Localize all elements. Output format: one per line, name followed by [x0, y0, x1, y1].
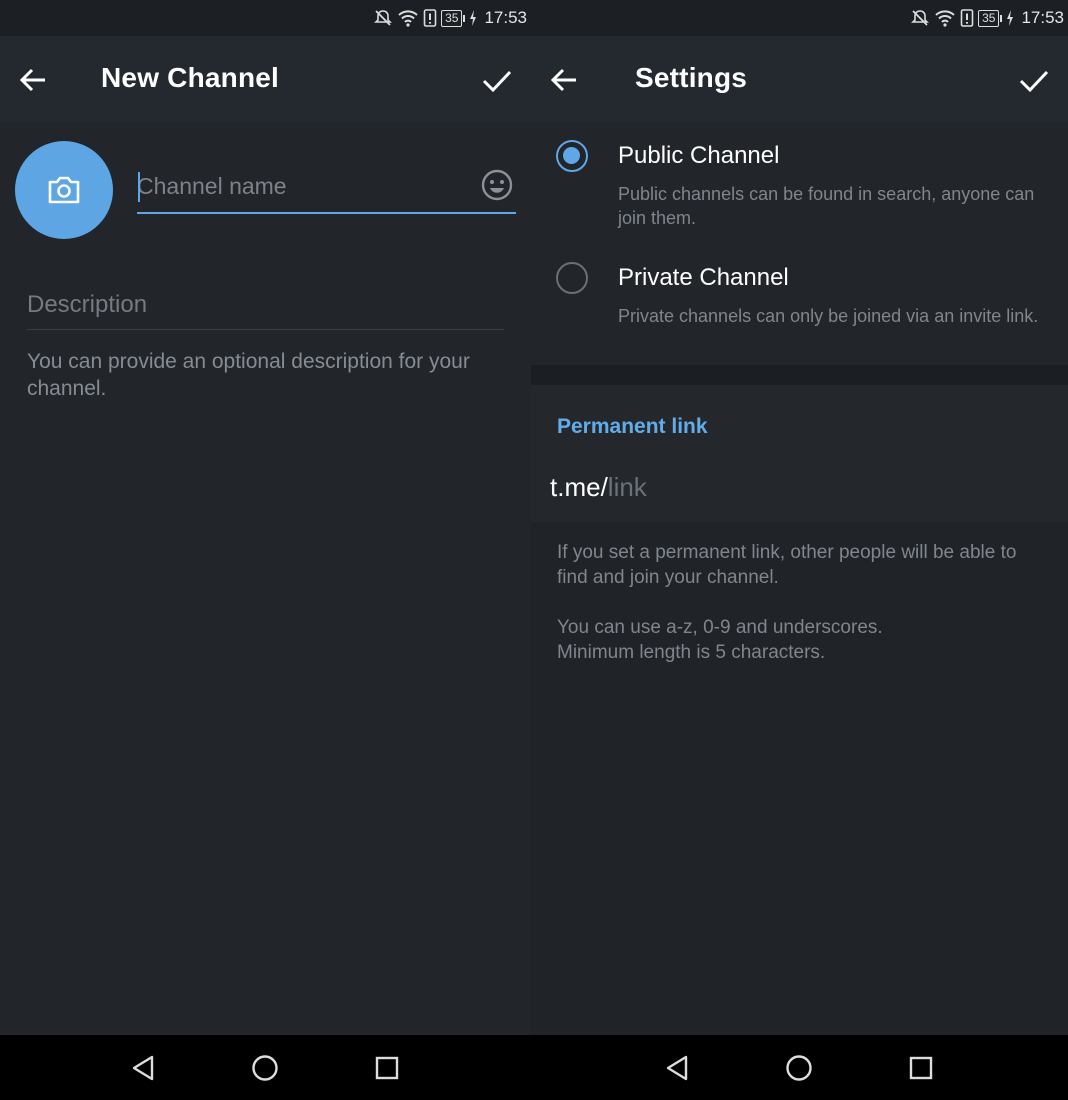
- page-title: Settings: [635, 62, 748, 93]
- smiley-icon[interactable]: [480, 168, 514, 202]
- arrow-left-icon[interactable]: [549, 65, 579, 95]
- back-triangle-icon[interactable]: [662, 1053, 692, 1083]
- link-info-text: If you set a permanent link, other peopl…: [557, 542, 1017, 588]
- option-description: Public channels can be found in search, …: [618, 184, 1035, 228]
- new-channel-screen: 35 17:53 New Channel You can provide an …: [0, 0, 531, 1100]
- system-nav-bar: [0, 1035, 531, 1100]
- charging-icon: [1007, 10, 1014, 26]
- link-info: If you set a permanent link, other peopl…: [531, 522, 1068, 1035]
- description-field: [27, 284, 504, 330]
- status-bar: 35 17:53: [531, 0, 1068, 36]
- checkmark-icon[interactable]: [481, 64, 513, 96]
- channel-settings: Public Channel Public channels can be fo…: [531, 122, 1068, 1035]
- alert-icon: [423, 9, 437, 27]
- page-title: New Channel: [101, 62, 280, 93]
- status-bar: 35 17:53: [0, 0, 531, 36]
- mute-icon: [374, 10, 393, 26]
- option-title: Public Channel: [618, 142, 780, 169]
- home-circle-icon[interactable]: [784, 1053, 814, 1083]
- status-icons: 35 17:53: [910, 7, 1064, 29]
- status-time: 17:53: [484, 8, 527, 27]
- battery-level: 35: [978, 9, 1000, 27]
- option-public-channel[interactable]: Public Channel Public channels can be fo…: [531, 140, 1068, 250]
- system-nav-bar: [531, 1035, 1068, 1100]
- status-icons: 35 17:53: [373, 7, 527, 29]
- back-triangle-icon[interactable]: [128, 1053, 158, 1083]
- permanent-link-section: Permanent link t.me/: [531, 385, 1068, 522]
- arrow-left-icon[interactable]: [18, 65, 48, 95]
- link-length-text: Minimum length is 5 characters.: [557, 642, 826, 663]
- permanent-link-input[interactable]: [607, 471, 908, 503]
- radio-button-selected[interactable]: [556, 140, 588, 172]
- battery-icon: 35: [441, 9, 466, 27]
- battery-level: 35: [441, 9, 463, 27]
- alert-icon: [960, 9, 974, 27]
- home-circle-icon[interactable]: [250, 1053, 280, 1083]
- radio-button[interactable]: [556, 262, 588, 294]
- channel-name-input[interactable]: [137, 168, 467, 204]
- description-input[interactable]: [27, 288, 497, 322]
- text-cursor: [138, 172, 140, 202]
- channel-name-field: [137, 162, 516, 214]
- wifi-icon: [398, 10, 418, 27]
- charging-icon: [470, 10, 477, 26]
- new-channel-form: You can provide an optional description …: [0, 122, 531, 1035]
- camera-icon: [48, 176, 80, 204]
- settings-screen: 35 17:53 Settings Public Channel Public …: [531, 0, 1068, 1100]
- link-prefix: t.me/: [550, 471, 608, 502]
- permanent-link-field: t.me/: [550, 469, 1050, 505]
- set-photo-button[interactable]: [15, 141, 113, 239]
- wifi-icon: [935, 10, 955, 27]
- recents-square-icon[interactable]: [906, 1053, 936, 1083]
- description-hint: You can provide an optional description …: [27, 350, 470, 400]
- mute-icon: [911, 10, 930, 26]
- battery-icon: 35: [978, 9, 1003, 27]
- option-description: Private channels can only be joined via …: [618, 306, 1039, 326]
- status-time: 17:53: [1021, 8, 1064, 27]
- section-header: Permanent link: [557, 415, 708, 438]
- link-rules-text: You can use a-z, 0-9 and underscores.: [557, 617, 883, 638]
- app-bar: Settings: [531, 36, 1068, 122]
- app-bar: New Channel: [0, 36, 531, 122]
- recents-square-icon[interactable]: [372, 1053, 402, 1083]
- checkmark-icon[interactable]: [1018, 64, 1050, 96]
- option-title: Private Channel: [618, 264, 789, 291]
- section-divider: [531, 365, 1068, 385]
- option-private-channel[interactable]: Private Channel Private channels can onl…: [531, 262, 1068, 372]
